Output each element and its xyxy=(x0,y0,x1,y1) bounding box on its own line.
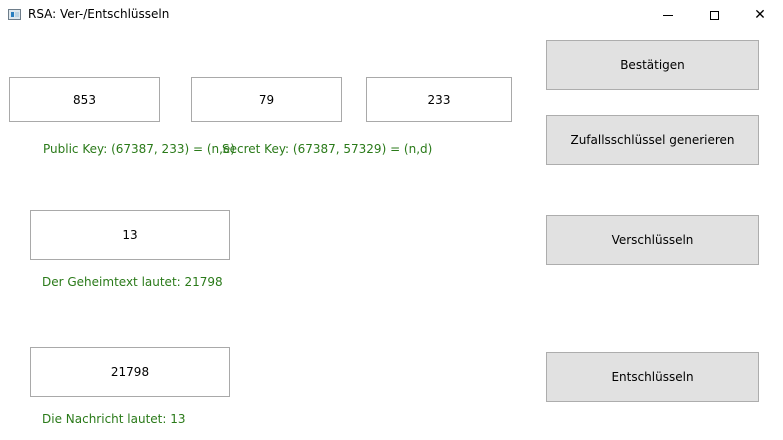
minimize-icon xyxy=(663,14,673,16)
encrypt-button[interactable]: Verschlüsseln xyxy=(546,215,759,265)
close-icon: ✕ xyxy=(754,7,766,23)
confirm-button[interactable]: Bestätigen xyxy=(546,40,759,90)
decrypt-button[interactable]: Entschlüsseln xyxy=(546,352,759,402)
generate-random-key-button[interactable]: Zufallsschlüssel generieren xyxy=(546,115,759,165)
public-key-label: Public Key: (67387, 233) = (n,e) xyxy=(43,142,235,156)
title-bar: RSA: Ver-/Entschlüsseln ✕ xyxy=(0,0,783,30)
exponent-e-input[interactable] xyxy=(366,77,512,122)
app-icon xyxy=(8,9,21,20)
prime-q-input[interactable] xyxy=(191,77,342,122)
ciphertext-result-label: Der Geheimtext lautet: 21798 xyxy=(42,275,223,289)
secret-key-label: Secret Key: (67387, 57329) = (n,d) xyxy=(222,142,433,156)
message-input[interactable] xyxy=(30,210,230,260)
maximize-button[interactable] xyxy=(691,0,737,30)
encrypt-button-label: Verschlüsseln xyxy=(611,233,694,247)
decrypt-button-label: Entschlüsseln xyxy=(611,370,694,384)
generate-random-key-label: Zufallsschlüssel generieren xyxy=(570,133,735,147)
prime-p-input[interactable] xyxy=(9,77,160,122)
plaintext-result-label: Die Nachricht lautet: 13 xyxy=(42,412,186,426)
ciphertext-input[interactable] xyxy=(30,347,230,397)
maximize-icon xyxy=(709,10,719,20)
minimize-button[interactable] xyxy=(645,0,691,30)
window-title: RSA: Ver-/Entschlüsseln xyxy=(28,7,170,21)
close-button[interactable]: ✕ xyxy=(737,0,783,30)
confirm-button-label: Bestätigen xyxy=(620,58,685,72)
